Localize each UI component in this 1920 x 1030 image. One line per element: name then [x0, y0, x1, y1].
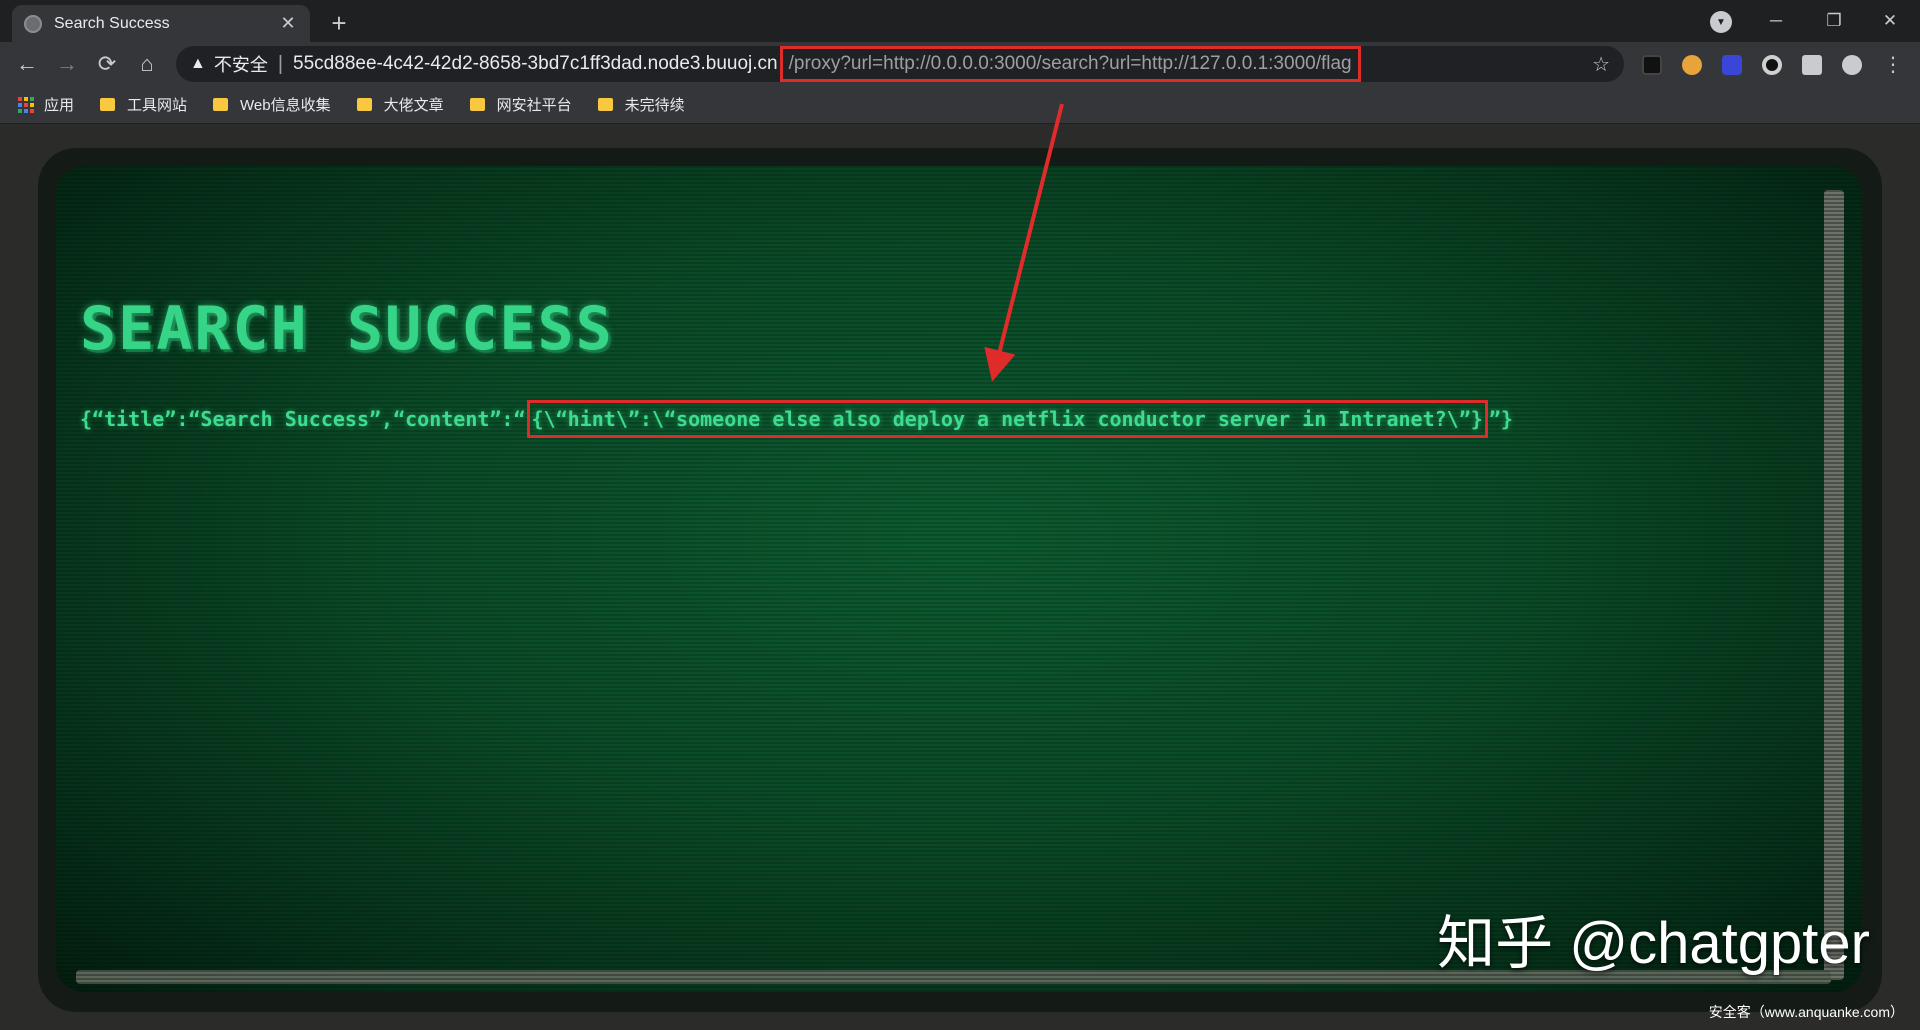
bookmark-label: 大佬文章 — [383, 97, 444, 114]
bookmark-label: 工具网站 — [127, 97, 188, 114]
folder-icon — [597, 98, 613, 111]
json-hint-highlighted: {\“hint\”:\“someone else also deploy a n… — [526, 400, 1488, 438]
folder-icon — [469, 98, 485, 111]
folder-icon — [213, 98, 229, 111]
apps-icon — [18, 96, 34, 113]
bookmark-folder-web-recon[interactable]: Web信息收集 — [213, 94, 331, 115]
url-path-highlighted[interactable]: /proxy?url=http://0.0.0.0:3000/search?ur… — [779, 46, 1361, 82]
browser-tab[interactable]: Search Success ✕ — [12, 5, 310, 42]
minimize-button[interactable]: ─ — [1756, 6, 1796, 36]
tab-close-icon[interactable]: ✕ — [278, 13, 298, 34]
extension-n-icon[interactable] — [1642, 55, 1662, 75]
bookmarks-bar: 应用 工具网站 Web信息收集 大佬文章 网安社平台 未完待续 — [0, 86, 1920, 124]
address-separator: | — [277, 52, 284, 75]
bookmark-label: Web信息收集 — [240, 97, 331, 114]
bookmark-folder-tools[interactable]: 工具网站 — [100, 94, 187, 115]
page-viewport: SEARCH SUCCESS {“title”:“Search Success”… — [0, 124, 1920, 1030]
source-credit: 安全客（www.anquanke.com） — [1708, 1004, 1904, 1020]
new-tab-button[interactable]: + — [324, 8, 354, 38]
close-window-button[interactable]: ✕ — [1870, 6, 1910, 36]
watermark-text: 知乎 @chatgpter — [1437, 911, 1870, 976]
tab-title: Search Success — [54, 14, 170, 32]
globe-icon — [24, 14, 42, 33]
page-heading: SEARCH SUCCESS — [80, 294, 614, 364]
json-suffix: ”} — [1488, 407, 1513, 431]
folder-icon — [356, 98, 372, 111]
bookmark-folder-tbc[interactable]: 未完待续 — [597, 94, 685, 115]
extension-circle-icon[interactable] — [1762, 55, 1782, 75]
bookmark-folder-articles[interactable]: 大佬文章 — [356, 94, 444, 115]
forward-button[interactable]: → — [52, 49, 82, 79]
bookmark-star-icon[interactable]: ☆ — [1592, 52, 1610, 77]
browser-toolbar: ← → ⟳ ⌂ ▲ 不安全 | 55cd88ee-4c42-42d2-8658-… — [0, 42, 1920, 86]
json-response: {“title”:“Search Success”,“content”:“ {\… — [80, 400, 1513, 438]
more-menu-icon[interactable]: ⋮ — [1878, 49, 1908, 79]
extension-grid-icon[interactable] — [1722, 55, 1742, 75]
vertical-scrollbar[interactable] — [1824, 190, 1844, 980]
extension-flower-icon[interactable] — [1682, 55, 1702, 75]
profile-avatar-icon[interactable] — [1842, 55, 1862, 75]
bookmark-label: 应用 — [44, 97, 75, 114]
tab-strip: Search Success ✕ + ▼ ─ ❐ ✕ — [0, 0, 1920, 42]
back-button[interactable]: ← — [12, 49, 42, 79]
security-label[interactable]: 不安全 — [214, 51, 268, 77]
crt-screen — [56, 166, 1862, 992]
address-bar[interactable]: ▲ 不安全 | 55cd88ee-4c42-42d2-8658-3bd7c1ff… — [176, 46, 1624, 82]
bookmark-label: 网安社平台 — [496, 97, 572, 114]
url-host[interactable]: 55cd88ee-4c42-42d2-8658-3bd7c1ff3dad.nod… — [293, 53, 778, 75]
json-prefix: {“title”:“Search Success”,“content”:“ — [80, 407, 526, 431]
bookmark-label: 未完待续 — [624, 97, 685, 114]
bookmark-folder-platform[interactable]: 网安社平台 — [469, 94, 572, 115]
reload-button[interactable]: ⟳ — [92, 49, 122, 79]
warning-icon[interactable]: ▲ — [190, 55, 206, 73]
tab-search-icon[interactable]: ▼ — [1710, 11, 1732, 33]
crt-monitor-frame — [38, 148, 1882, 1012]
bookmark-apps[interactable]: 应用 — [18, 94, 74, 115]
restore-button[interactable]: ❐ — [1814, 6, 1854, 36]
home-button[interactable]: ⌂ — [132, 49, 162, 79]
folder-icon — [100, 98, 116, 111]
extensions-puzzle-icon[interactable] — [1802, 55, 1822, 75]
